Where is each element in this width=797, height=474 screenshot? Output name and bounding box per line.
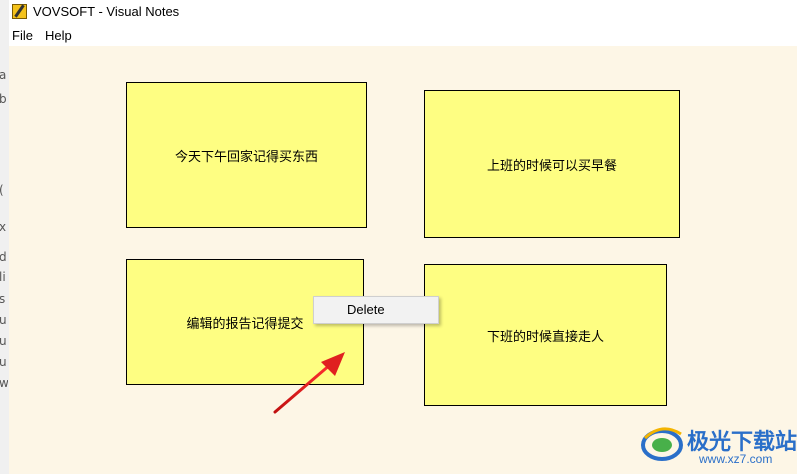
note-text: 编辑的报告记得提交 bbox=[186, 316, 304, 332]
bg-char: x bbox=[0, 220, 7, 234]
bg-char: а bbox=[0, 68, 7, 82]
red-arrow-icon bbox=[273, 352, 345, 414]
menu-bar: File Help bbox=[9, 24, 797, 47]
note-card[interactable]: 下班的时候直接走人 bbox=[424, 264, 667, 406]
app-window: VOVSOFT - Visual Notes File Help 今天下午回家记… bbox=[9, 0, 797, 474]
bg-char: u bbox=[0, 355, 7, 369]
screen: а b ( x d li s u u u w VOVSOFT - Visual … bbox=[0, 0, 797, 474]
menu-help[interactable]: Help bbox=[45, 28, 72, 43]
bg-char: d bbox=[0, 250, 7, 264]
title-bar[interactable]: VOVSOFT - Visual Notes bbox=[9, 0, 797, 24]
menu-file[interactable]: File bbox=[12, 28, 33, 43]
watermark-logo-icon bbox=[641, 427, 683, 461]
notes-canvas[interactable]: 今天下午回家记得买东西 上班的时候可以买早餐 编辑的报告记得提交 下班的时候直接… bbox=[9, 46, 797, 474]
bg-char: ( bbox=[0, 183, 8, 197]
bg-char: u bbox=[0, 334, 7, 348]
sticky-note-app-icon bbox=[12, 4, 27, 19]
watermark-url: www.xz7.com bbox=[699, 452, 773, 466]
note-text: 下班的时候直接走人 bbox=[486, 329, 604, 345]
bg-char: u bbox=[0, 313, 7, 327]
note-text: 今天下午回家记得买东西 bbox=[174, 149, 318, 165]
context-menu: Delete bbox=[313, 296, 439, 324]
bg-char: w bbox=[0, 376, 8, 390]
note-card[interactable]: 上班的时候可以买早餐 bbox=[424, 90, 680, 238]
note-text: 上班的时候可以买早餐 bbox=[486, 158, 617, 174]
bg-char: li bbox=[0, 270, 6, 284]
watermark: 极光下载站 www.xz7.com bbox=[639, 412, 797, 472]
note-card[interactable]: 今天下午回家记得买东西 bbox=[126, 82, 367, 228]
delete-menu-item[interactable]: Delete bbox=[317, 300, 435, 320]
window-title: VOVSOFT - Visual Notes bbox=[33, 4, 180, 19]
bg-char: s bbox=[0, 292, 6, 306]
bg-char: b bbox=[0, 92, 7, 106]
